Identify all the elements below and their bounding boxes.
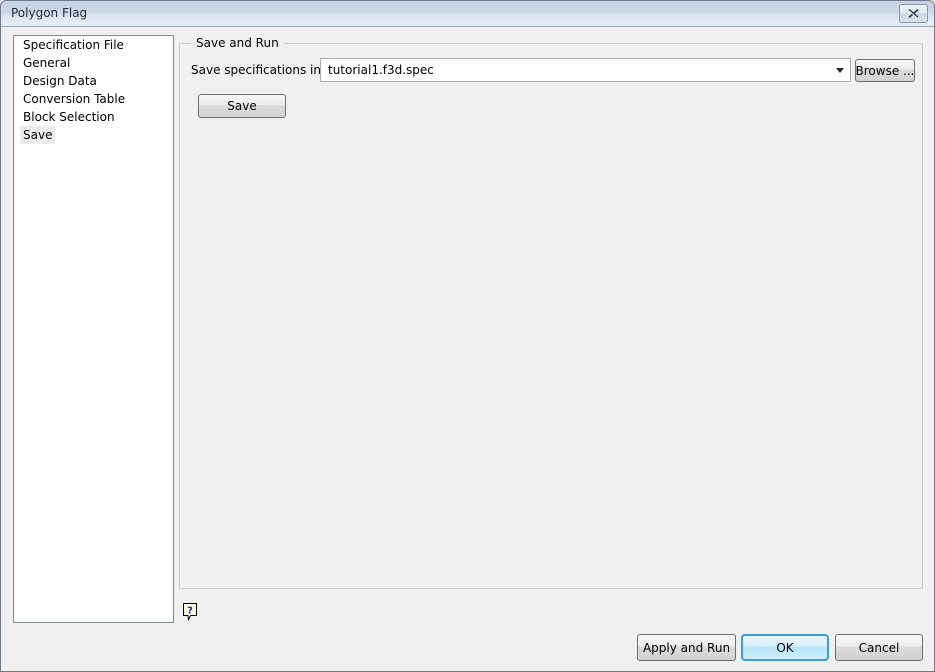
sidebar-item-general[interactable]: General	[14, 54, 173, 72]
sidebar-item-save[interactable]: Save	[14, 126, 173, 144]
help-question-icon[interactable]: ?	[182, 602, 200, 622]
spec-file-label: Save specifications into	[191, 63, 334, 77]
chevron-down-icon[interactable]	[836, 68, 844, 73]
window-title: Polygon Flag	[11, 6, 88, 20]
spec-file-value: tutorial1.f3d.spec	[328, 63, 434, 77]
apply-and-run-button[interactable]: Apply and Run	[637, 634, 736, 661]
sidebar-item-conversion-table[interactable]: Conversion Table	[14, 90, 173, 108]
svg-text:?: ?	[187, 606, 193, 617]
groupbox-title: Save and Run	[191, 36, 284, 50]
sidebar-item-label: Save	[20, 126, 56, 144]
save-and-run-groupbox	[179, 43, 923, 589]
spec-file-combobox[interactable]: tutorial1.f3d.spec	[320, 58, 851, 82]
sidebar-item-label: Design Data	[23, 74, 97, 88]
browse-button[interactable]: Browse ...	[855, 59, 915, 82]
sidebar-item-design-data[interactable]: Design Data	[14, 72, 173, 90]
save-button[interactable]: Save	[198, 94, 286, 118]
sidebar-item-label: Specification File	[23, 38, 124, 52]
navigation-list[interactable]: Specification File General Design Data C…	[13, 35, 174, 623]
sidebar-item-specification-file[interactable]: Specification File	[14, 36, 173, 54]
sidebar-item-block-selection[interactable]: Block Selection	[14, 108, 173, 126]
close-glyph	[908, 9, 919, 19]
cancel-button[interactable]: Cancel	[835, 634, 923, 661]
ok-button[interactable]: OK	[741, 634, 829, 661]
sidebar-item-label: Conversion Table	[23, 92, 126, 106]
sidebar-item-label: Block Selection	[23, 110, 115, 124]
sidebar-item-label: General	[23, 56, 71, 70]
help-glyph: ?	[183, 603, 197, 622]
title-bar: Polygon Flag	[1, 1, 934, 27]
close-icon[interactable]	[899, 4, 928, 23]
dialog-window: Polygon Flag Specification File General …	[0, 0, 935, 672]
